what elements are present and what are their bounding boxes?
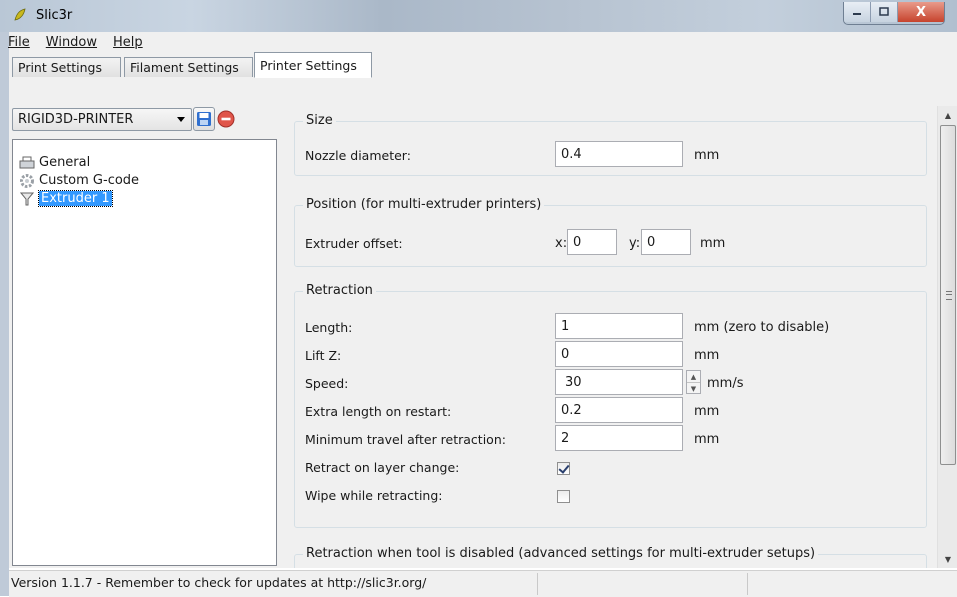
status-separator xyxy=(537,573,538,595)
status-text: Version 1.1.7 - Remember to check for up… xyxy=(11,575,427,590)
retract-speed-unit: mm/s xyxy=(707,376,744,391)
extruder-offset-label: Extruder offset: xyxy=(305,236,403,251)
min-travel-unit: mm xyxy=(694,432,720,447)
offset-y-label: y: xyxy=(629,236,641,251)
wipe-retracting-checkbox[interactable] xyxy=(557,490,570,503)
offset-y-input[interactable]: 0 xyxy=(641,229,691,255)
status-separator xyxy=(747,573,748,595)
status-bar: Version 1.1.7 - Remember to check for up… xyxy=(9,570,957,597)
tree-item-extruder-1[interactable]: Extruder 1 xyxy=(19,190,113,207)
delete-icon xyxy=(217,110,235,128)
lift-z-unit: mm xyxy=(694,348,720,363)
retract-speed-value: 30 xyxy=(565,375,582,390)
retraction-group-title: Retraction xyxy=(303,283,376,298)
menu-help-label: Help xyxy=(113,34,143,50)
settings-panel: Size Nozzle diameter: 0.4 mm Position (f… xyxy=(289,78,937,568)
retraction-disabled-group: Retraction when tool is disabled (advanc… xyxy=(294,546,927,568)
scroll-up-icon[interactable]: ▲ xyxy=(938,106,957,124)
title-bar: Slic3r X xyxy=(0,0,957,33)
retract-length-input[interactable]: 1 xyxy=(555,313,683,339)
settings-tree: General Custom G-code Extruder 1 xyxy=(12,139,277,566)
nozzle-diameter-unit: mm xyxy=(694,148,720,163)
settings-scrollbar[interactable]: ▲ ▼ xyxy=(937,106,957,568)
tab-filament-settings-label: Filament Settings xyxy=(130,60,239,75)
extra-length-input[interactable]: 0.2 xyxy=(555,397,683,423)
funnel-icon xyxy=(19,191,35,207)
minimize-button[interactable] xyxy=(844,2,871,22)
menu-help[interactable]: Help xyxy=(113,35,151,50)
tree-item-general-label: General xyxy=(39,155,91,170)
offset-x-input[interactable]: 0 xyxy=(567,229,617,255)
lift-z-label: Lift Z: xyxy=(305,348,342,363)
extra-length-label: Extra length on restart: xyxy=(305,404,452,419)
tree-item-extruder-1-label: Extruder 1 xyxy=(38,190,113,207)
lift-z-input[interactable]: 0 xyxy=(555,341,683,367)
retract-layer-change-label: Retract on layer change: xyxy=(305,460,460,475)
nozzle-diameter-label: Nozzle diameter: xyxy=(305,148,411,163)
menu-window-label: Window xyxy=(45,34,98,50)
settings-tabs: Print Settings Filament Settings Printer… xyxy=(9,52,957,79)
menu-window[interactable]: Window xyxy=(46,35,105,50)
offset-x-label: x: xyxy=(555,236,568,251)
save-icon xyxy=(197,112,211,126)
maximize-button[interactable] xyxy=(871,2,898,22)
slic3r-logo-icon xyxy=(14,8,26,21)
extra-length-unit: mm xyxy=(694,404,720,419)
position-group-title: Position (for multi-extruder printers) xyxy=(303,197,545,212)
tree-item-general[interactable]: General xyxy=(19,154,90,171)
window-frame xyxy=(0,32,9,596)
window-controls: X xyxy=(843,2,945,25)
tree-item-custom-gcode-label: Custom G-code xyxy=(39,173,140,188)
tab-print-settings[interactable]: Print Settings xyxy=(12,57,121,77)
scroll-down-icon[interactable]: ▼ xyxy=(938,550,957,568)
spin-down-icon[interactable]: ▼ xyxy=(687,383,700,394)
retraction-disabled-group-title: Retraction when tool is disabled (advanc… xyxy=(303,546,819,561)
main-area: RIGID3D-PRINTER General Custom G-code Ex… xyxy=(9,78,957,568)
window-title: Slic3r xyxy=(36,8,73,23)
retract-speed-input[interactable]: 30 xyxy=(555,369,683,395)
retract-speed-spinner[interactable]: ▲ ▼ xyxy=(686,370,701,394)
tab-print-settings-label: Print Settings xyxy=(18,60,102,75)
offset-unit: mm xyxy=(700,236,726,251)
close-icon: X xyxy=(915,4,927,20)
tab-printer-settings[interactable]: Printer Settings xyxy=(254,52,372,78)
retract-layer-change-checkbox[interactable] xyxy=(557,462,570,475)
nozzle-diameter-input[interactable]: 0.4 xyxy=(555,141,683,167)
save-preset-button[interactable] xyxy=(193,107,215,131)
grip-icon xyxy=(946,291,952,300)
maximize-icon xyxy=(879,7,889,16)
retract-speed-label: Speed: xyxy=(305,376,349,391)
chevron-down-icon xyxy=(177,117,185,122)
spin-up-icon[interactable]: ▲ xyxy=(687,371,700,383)
left-pane: RIGID3D-PRINTER General Custom G-code Ex… xyxy=(9,78,281,568)
menu-file-label: File xyxy=(8,34,30,50)
printer-icon xyxy=(19,155,35,171)
min-travel-input[interactable]: 2 xyxy=(555,425,683,451)
tab-filament-settings[interactable]: Filament Settings xyxy=(124,57,253,77)
preset-dropdown-value: RIGID3D-PRINTER xyxy=(18,112,134,127)
retract-length-label: Length: xyxy=(305,320,353,335)
menu-bar: File Window Help xyxy=(8,32,957,52)
minimize-icon xyxy=(853,13,861,15)
close-button[interactable]: X xyxy=(898,2,944,22)
tree-item-custom-gcode[interactable]: Custom G-code xyxy=(19,172,139,189)
delete-preset-button[interactable] xyxy=(216,109,236,129)
scrollbar-thumb[interactable] xyxy=(940,125,956,465)
min-travel-label: Minimum travel after retraction: xyxy=(305,432,506,447)
preset-dropdown[interactable]: RIGID3D-PRINTER xyxy=(12,108,192,131)
retract-length-unit: mm (zero to disable) xyxy=(694,320,830,335)
size-group-title: Size xyxy=(303,113,336,128)
menu-file[interactable]: File xyxy=(8,35,38,50)
tab-printer-settings-label: Printer Settings xyxy=(260,57,357,73)
wipe-retracting-label: Wipe while retracting: xyxy=(305,488,443,503)
cog-icon xyxy=(19,173,35,189)
